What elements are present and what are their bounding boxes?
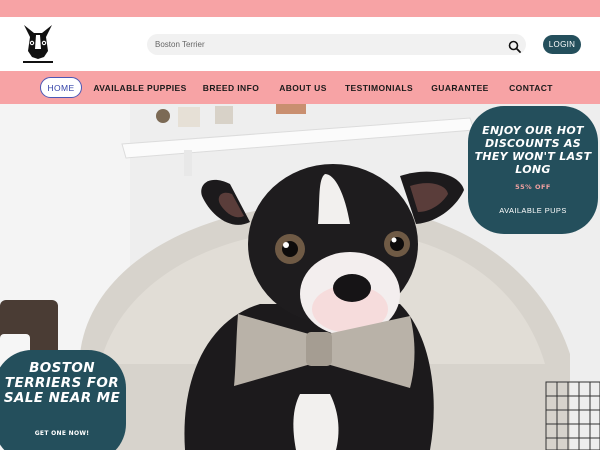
nav-about-us[interactable]: ABOUT US <box>277 77 329 98</box>
discount-promo-title: ENJOY OUR HOT DISCOUNTS AS THEY WON'T LA… <box>474 124 592 176</box>
get-one-now-link[interactable]: GET ONE NOW! <box>2 430 122 437</box>
nav-home[interactable]: HOME <box>40 77 82 98</box>
available-pups-link[interactable]: AVAILABLE PUPS <box>468 206 598 215</box>
nav-guarantee[interactable]: GUARANTEE <box>430 77 490 98</box>
discount-promo-card: ENJOY OUR HOT DISCOUNTS AS THEY WON'T LA… <box>468 106 598 234</box>
search-input[interactable] <box>155 34 485 55</box>
for-sale-promo-title: BOSTON TERRIERS FOR SALE NEAR ME <box>3 360 121 406</box>
nav-available-puppies[interactable]: AVAILABLE PUPPIES <box>93 77 186 98</box>
main-nav: HOME AVAILABLE PUPPIES BREED INFO ABOUT … <box>0 71 600 104</box>
login-button[interactable]: LOGIN <box>543 35 581 54</box>
discount-percentage: 55% OFF <box>515 183 551 191</box>
for-sale-promo-card: BOSTON TERRIERS FOR SALE NEAR ME GET ONE… <box>0 350 126 450</box>
header: LOGIN <box>0 17 600 71</box>
top-accent-bar <box>0 0 600 17</box>
nav-testimonials[interactable]: TESTIMONIALS <box>345 77 413 98</box>
boston-terrier-logo-icon[interactable] <box>20 23 56 65</box>
nav-contact[interactable]: CONTACT <box>507 77 555 98</box>
nav-breed-info[interactable]: BREED INFO <box>201 77 261 98</box>
search-bar <box>147 34 526 55</box>
search-icon[interactable] <box>508 38 521 53</box>
